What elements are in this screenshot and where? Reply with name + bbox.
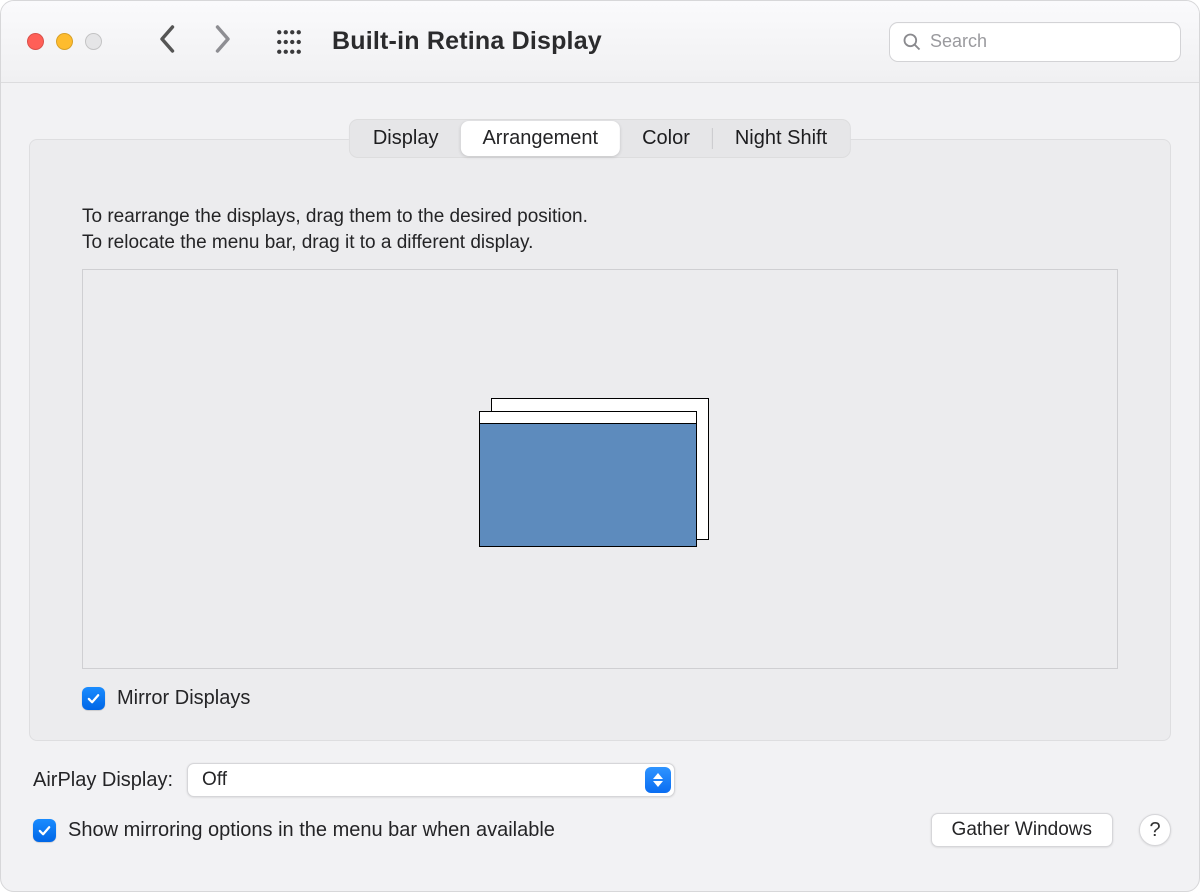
content-body: Display Arrangement Color Night Shift To… bbox=[1, 83, 1199, 891]
menu-bar-handle[interactable] bbox=[479, 411, 697, 423]
airplay-dropdown[interactable]: Off bbox=[187, 763, 675, 797]
arrangement-panel: To rearrange the displays, drag them to … bbox=[29, 139, 1171, 741]
instruction-line-2: To relocate the menu bar, drag it to a d… bbox=[82, 230, 1118, 256]
zoom-window-button bbox=[85, 33, 102, 50]
display-primary[interactable] bbox=[479, 411, 697, 547]
chevron-down-icon bbox=[653, 780, 663, 788]
traffic-lights bbox=[27, 33, 102, 50]
show-all-button[interactable] bbox=[276, 29, 302, 55]
search-input[interactable] bbox=[930, 31, 1168, 52]
display-primary-screen bbox=[479, 423, 697, 547]
mirror-displays-label: Mirror Displays bbox=[117, 687, 250, 710]
show-mirroring-checkbox[interactable] bbox=[33, 819, 56, 842]
tab-arrangement[interactable]: Arrangement bbox=[460, 121, 620, 156]
forward-button[interactable] bbox=[212, 24, 232, 59]
instructions: To rearrange the displays, drag them to … bbox=[82, 204, 1118, 255]
mirror-displays-row: Mirror Displays bbox=[82, 687, 1118, 710]
airplay-selected: Off bbox=[202, 769, 227, 791]
tab-bar: Display Arrangement Color Night Shift bbox=[349, 119, 851, 158]
airplay-label: AirPlay Display: bbox=[33, 769, 173, 792]
nav-arrows bbox=[158, 24, 232, 59]
tab-color[interactable]: Color bbox=[620, 121, 712, 156]
check-icon bbox=[37, 823, 52, 838]
show-mirroring-label: Show mirroring options in the menu bar w… bbox=[68, 819, 555, 842]
airplay-row: AirPlay Display: Off bbox=[29, 763, 1171, 797]
gather-windows-label: Gather Windows bbox=[952, 819, 1092, 841]
back-button[interactable] bbox=[158, 24, 178, 59]
minimize-window-button[interactable] bbox=[56, 33, 73, 50]
instruction-line-1: To rearrange the displays, drag them to … bbox=[82, 204, 1118, 230]
help-glyph: ? bbox=[1149, 819, 1160, 842]
titlebar: Built-in Retina Display bbox=[1, 1, 1199, 83]
window-title: Built-in Retina Display bbox=[332, 27, 602, 56]
prefs-window: Built-in Retina Display Display Arrangem… bbox=[0, 0, 1200, 892]
mirror-displays-checkbox[interactable] bbox=[82, 687, 105, 710]
grid-icon bbox=[276, 29, 302, 55]
help-button[interactable]: ? bbox=[1139, 814, 1171, 846]
check-icon bbox=[86, 691, 101, 706]
gather-windows-button[interactable]: Gather Windows bbox=[931, 813, 1113, 847]
chevron-up-icon bbox=[653, 772, 663, 780]
tab-night-shift[interactable]: Night Shift bbox=[713, 121, 849, 156]
search-field[interactable] bbox=[889, 22, 1181, 62]
close-window-button[interactable] bbox=[27, 33, 44, 50]
tab-display[interactable]: Display bbox=[351, 121, 461, 156]
search-icon bbox=[902, 32, 922, 52]
dropdown-stepper[interactable] bbox=[645, 767, 671, 793]
display-arrangement-area[interactable] bbox=[82, 269, 1118, 669]
bottom-row: Show mirroring options in the menu bar w… bbox=[29, 813, 1171, 847]
